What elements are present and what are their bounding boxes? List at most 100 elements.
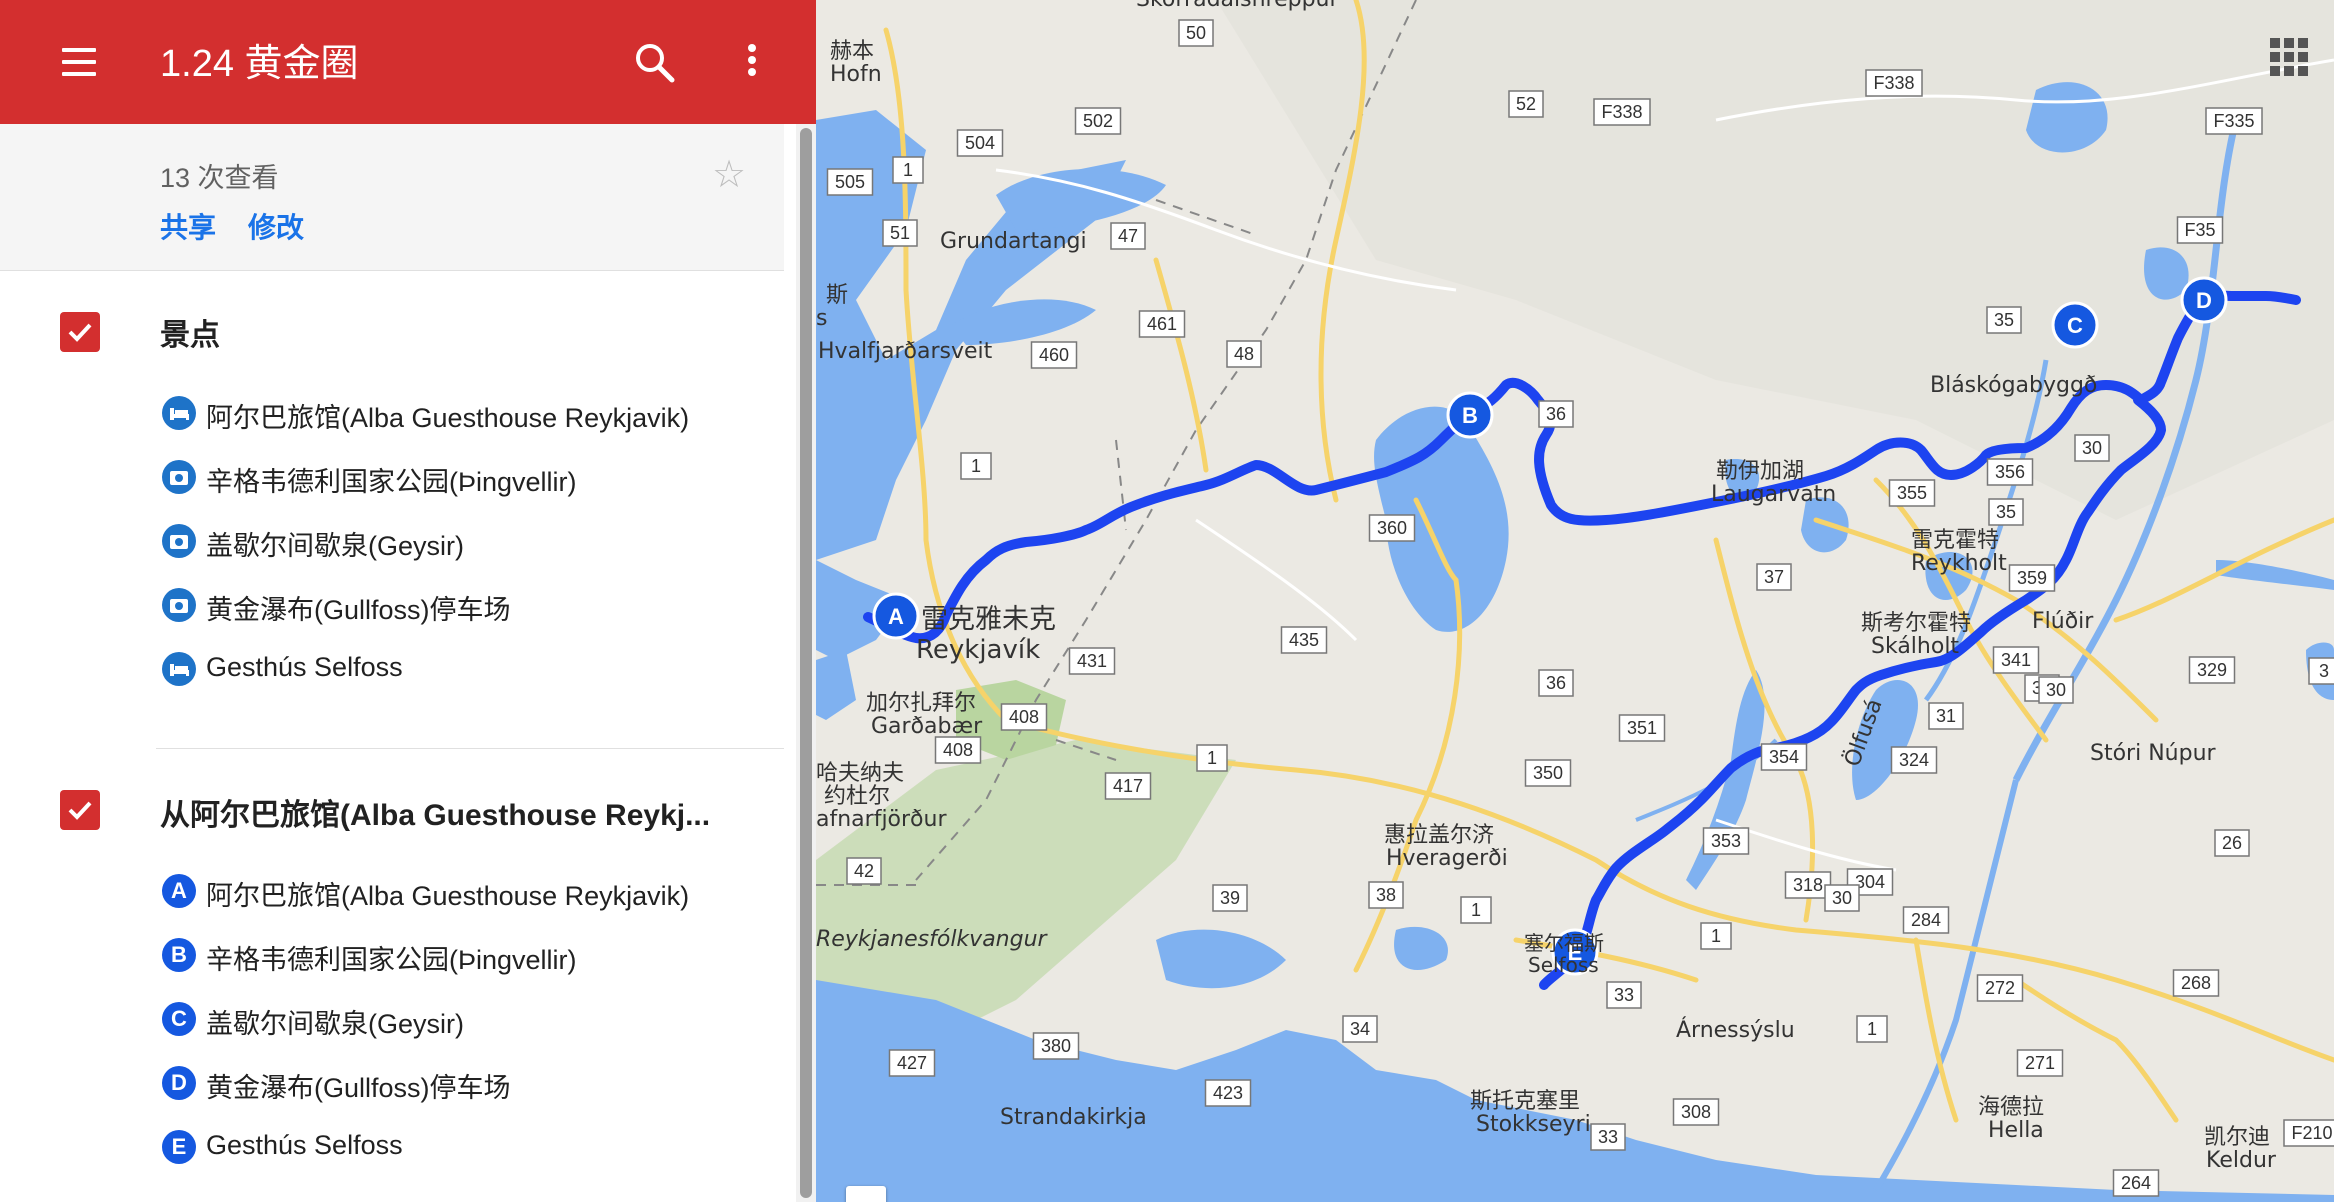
place-label: 斯考尔霍特 bbox=[1861, 611, 1971, 636]
road-shield-label: 33 bbox=[1614, 985, 1634, 1005]
place-label: 赫本 bbox=[830, 39, 874, 64]
road-shield-label: 427 bbox=[897, 1053, 927, 1073]
marker-b-icon: B bbox=[162, 938, 196, 972]
road-shield-label: 505 bbox=[835, 172, 865, 192]
route-stop-e[interactable]: E Gesthús Selfoss bbox=[160, 1124, 780, 1172]
apps-grid-icon[interactable] bbox=[2270, 38, 2310, 78]
list-item-label: 盖歇尔间歇泉(Geysir) bbox=[206, 1009, 464, 1039]
road-shield-label: 350 bbox=[1533, 763, 1563, 783]
place-label: Grundartangi bbox=[940, 229, 1087, 254]
place-label: Stokkseyri bbox=[1476, 1112, 1591, 1137]
road-shield-label: 52 bbox=[1516, 94, 1536, 114]
edit-link[interactable]: 修改 bbox=[248, 206, 304, 246]
road-shield: 423 bbox=[1204, 1079, 1252, 1107]
road-shield-label: 30 bbox=[2046, 680, 2066, 700]
map-legend-panel: 1.24 黄金圈 13 次查看 ☆ 共享 修改 景点 阿尔巴旅馆(Alba Gu… bbox=[0, 0, 816, 1202]
road-shield-label: 356 bbox=[1995, 462, 2025, 482]
marker-d-icon: D bbox=[162, 1066, 196, 1100]
road-shield: 26 bbox=[2214, 829, 2250, 857]
scrollbar-thumb[interactable] bbox=[800, 128, 812, 1198]
place-label: afnarfjörður bbox=[816, 807, 947, 832]
map-canvas[interactable]: A B C D E 雷克雅未克 Reykjavík 加尔扎拜尔 Garðabær… bbox=[816, 0, 2334, 1202]
road-shield: 1 bbox=[1856, 1015, 1888, 1043]
map-info-section: 13 次查看 ☆ 共享 修改 bbox=[0, 124, 784, 271]
road-shield-label: 1 bbox=[903, 160, 913, 180]
search-icon[interactable] bbox=[630, 38, 680, 88]
road-shield: 50 bbox=[1178, 19, 1214, 47]
share-link[interactable]: 共享 bbox=[160, 206, 216, 246]
place-label: Keldur bbox=[2206, 1148, 2277, 1173]
list-item[interactable]: 盖歇尔间歇泉(Geysir) bbox=[160, 518, 780, 566]
layer-checkbox-attractions[interactable] bbox=[60, 312, 100, 352]
list-item[interactable]: 阿尔巴旅馆(Alba Guesthouse Reykjavik) bbox=[160, 390, 780, 438]
road-shield-label: 47 bbox=[1118, 226, 1138, 246]
road-shield-label: F35 bbox=[2184, 220, 2215, 240]
road-shield: 355 bbox=[1888, 479, 1936, 507]
road-shield: 356 bbox=[1986, 458, 2034, 486]
road-shield: 47 bbox=[1110, 222, 1146, 250]
route-marker-d[interactable]: D bbox=[2180, 276, 2228, 324]
checkmark-icon bbox=[68, 801, 92, 820]
road-shield: 341 bbox=[1992, 646, 2040, 674]
place-label: 雷克霍特 bbox=[1911, 528, 1999, 553]
camera-icon bbox=[162, 460, 196, 494]
app-bar: 1.24 黄金圈 bbox=[0, 0, 816, 124]
list-item[interactable]: 黄金瀑布(Gullfoss)停车场 bbox=[160, 582, 780, 630]
panel-scrollbar[interactable] bbox=[796, 124, 816, 1202]
list-item-label: Gesthús Selfoss bbox=[206, 1130, 403, 1160]
road-shield-label: F335 bbox=[2213, 111, 2254, 131]
road-shield-label: 408 bbox=[943, 740, 973, 760]
map-svg[interactable]: A B C D E 雷克雅未克 Reykjavík 加尔扎拜尔 Garðabær… bbox=[816, 0, 2334, 1202]
layer-checkbox-route[interactable] bbox=[60, 790, 100, 830]
place-label: 斯 bbox=[826, 283, 848, 308]
place-label: Bláskógabyggð bbox=[1930, 373, 2097, 398]
list-item[interactable]: Gesthús Selfoss bbox=[160, 646, 780, 694]
route-stop-a[interactable]: A 阿尔巴旅馆(Alba Guesthouse Reykjavik) bbox=[160, 868, 780, 916]
road-shield-label: 360 bbox=[1377, 518, 1407, 538]
star-icon[interactable]: ☆ bbox=[712, 152, 746, 197]
road-shield: 329 bbox=[2188, 656, 2236, 684]
place-label: Reykholt bbox=[1911, 551, 2007, 576]
road-shield: 35 bbox=[1988, 498, 2024, 526]
layer-title: 景点 bbox=[160, 319, 220, 352]
place-label: Strandakirkja bbox=[1000, 1105, 1147, 1130]
road-shield: 51 bbox=[882, 219, 918, 247]
route-marker-a[interactable]: A bbox=[872, 592, 920, 640]
more-options-icon[interactable] bbox=[734, 38, 770, 88]
route-stop-d[interactable]: D 黄金瀑布(Gullfoss)停车场 bbox=[160, 1060, 780, 1108]
road-shield-label: 48 bbox=[1234, 344, 1254, 364]
road-shield: 353 bbox=[1702, 827, 1750, 855]
road-shield: 351 bbox=[1618, 714, 1666, 742]
road-shield-label: 1 bbox=[1207, 748, 1217, 768]
road-shield: 30 bbox=[2074, 434, 2110, 462]
road-shield-label: 37 bbox=[1764, 567, 1784, 587]
road-shield-label: 35 bbox=[1996, 502, 2016, 522]
road-shield: 1 bbox=[960, 452, 992, 480]
road-shield: 505 bbox=[826, 168, 874, 196]
place-label: Skorradalshreppur bbox=[1136, 0, 1339, 12]
zoom-control[interactable] bbox=[846, 1186, 886, 1202]
road-shield-label: 50 bbox=[1186, 23, 1206, 43]
road-shield: 408 bbox=[1000, 703, 1048, 731]
road-shield-label: 36 bbox=[1546, 673, 1566, 693]
list-item-label: 阿尔巴旅馆(Alba Guesthouse Reykjavik) bbox=[206, 403, 690, 433]
menu-icon[interactable] bbox=[58, 44, 104, 80]
place-label: Laugarvatn bbox=[1711, 482, 1836, 507]
road-shield-label: 351 bbox=[1627, 718, 1657, 738]
route-marker-c[interactable]: C bbox=[2051, 301, 2099, 349]
place-label: Árnessýslu bbox=[1676, 1017, 1795, 1043]
list-item[interactable]: 辛格韦德利国家公园(Þingvellir) bbox=[160, 454, 780, 502]
road-shield-label: 3 bbox=[2319, 661, 2329, 681]
road-shield: 360 bbox=[1368, 514, 1416, 542]
route-stop-c[interactable]: C 盖歇尔间歇泉(Geysir) bbox=[160, 996, 780, 1044]
list-item-label: 辛格韦德利国家公园(Þingvellir) bbox=[206, 467, 577, 497]
map-title: 1.24 黄金圈 bbox=[160, 43, 359, 85]
checkmark-icon bbox=[68, 323, 92, 342]
road-shield: F35 bbox=[2176, 216, 2224, 244]
place-label: 斯托克塞里 bbox=[1470, 1089, 1580, 1114]
route-marker-b[interactable]: B bbox=[1446, 391, 1494, 439]
place-label: Hofn bbox=[830, 62, 882, 87]
place-label: Hella bbox=[1988, 1118, 2044, 1143]
route-stop-b[interactable]: B 辛格韦德利国家公园(Þingvellir) bbox=[160, 932, 780, 980]
road-shield: 504 bbox=[956, 129, 1004, 157]
